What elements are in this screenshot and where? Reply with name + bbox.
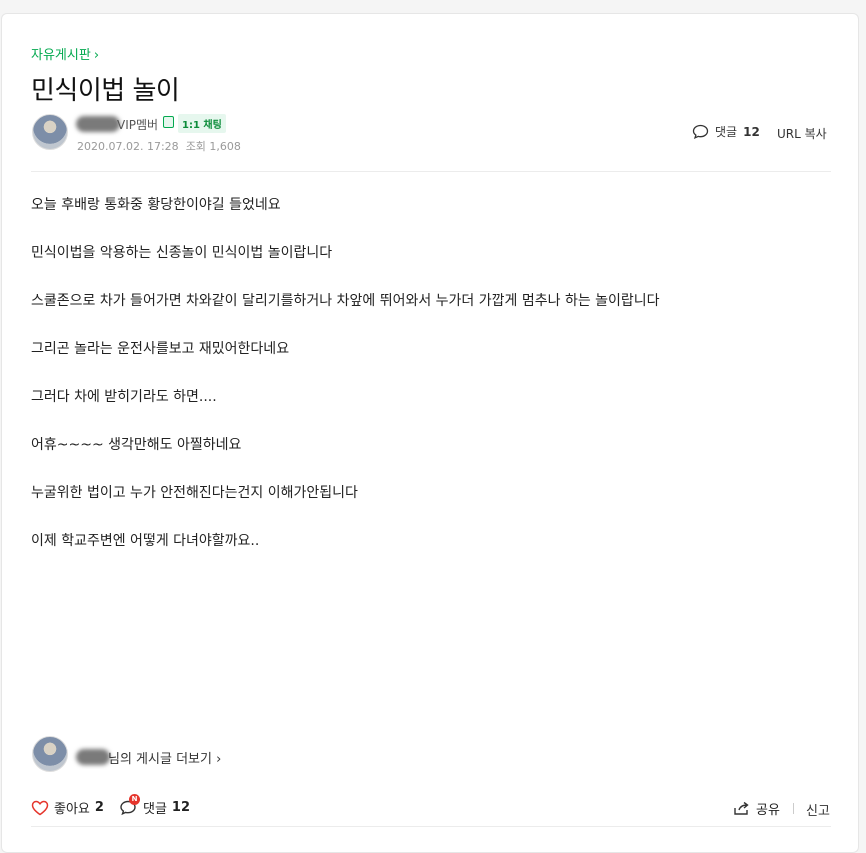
body-paragraph: 이제 학교주변엔 어떻게 다녀야할까요.. <box>31 533 260 549</box>
header-divider <box>31 171 831 172</box>
url-copy-button[interactable]: URL 복사 <box>777 125 827 142</box>
author-role: VIP멤버 <box>117 118 159 132</box>
footer-separator <box>793 803 794 814</box>
body-paragraph: 민식이법을 악용하는 신종놀이 민식이법 놀이랍니다 <box>31 245 333 261</box>
author-name-redacted[interactable] <box>76 116 120 132</box>
like-count: 2 <box>94 800 104 815</box>
chat-button[interactable]: 1:1 채팅 <box>178 114 226 133</box>
new-badge: N <box>129 794 140 805</box>
body-paragraph: 스쿨존으로 차가 들어가면 차와같이 달리기를하거나 차앞에 뛰어와서 누가더 … <box>31 293 660 309</box>
comment-label: 댓글 <box>143 802 167 817</box>
chevron-right-icon: › <box>93 48 100 63</box>
author-avatar[interactable] <box>32 114 68 150</box>
board-breadcrumb[interactable]: 자유게시판 › <box>31 44 99 63</box>
comment-count: 12 <box>743 124 760 139</box>
share-button[interactable]: 공유 <box>733 799 780 818</box>
post-date: 2020.07.02. 17:28 <box>77 140 179 153</box>
comment-link-top[interactable]: 댓글 12 <box>692 123 760 140</box>
body-paragraph: 그리곤 놀라는 운전사를보고 재밌어한다네요 <box>31 341 290 357</box>
heart-outline-icon <box>31 800 49 816</box>
member-grade-icon <box>163 116 174 128</box>
post-title: 민식이법 놀이 <box>31 76 180 106</box>
post-meta: 2020.07.02. 17:28 조회 1,608 <box>77 138 241 154</box>
author-avatar-bottom[interactable] <box>32 736 68 772</box>
more-posts-link[interactable]: 님의 게시글 더보기 › <box>108 748 221 767</box>
view-count: 조회 1,608 <box>185 140 241 153</box>
share-label: 공유 <box>756 803 780 818</box>
comment-label: 댓글 <box>715 125 738 139</box>
report-button[interactable]: 신고 <box>806 800 830 819</box>
body-paragraph: 어휴~~~~ 생각만해도 아찔하네요 <box>31 437 242 453</box>
body-paragraph: 누굴위한 법이고 누가 안전해진다는건지 이해가안됩니다 <box>31 485 358 501</box>
share-arrow-icon <box>733 801 750 816</box>
post-body: 오늘 후배랑 통화중 황당한이야길 들었네요 민식이법을 악용하는 신종놀이 민… <box>31 196 811 580</box>
body-paragraph: 그러다 차에 받히기라도 하면.... <box>31 389 217 405</box>
like-button[interactable]: 좋아요 2 <box>31 798 104 817</box>
board-name[interactable]: 자유게시판 <box>31 48 91 63</box>
comment-count: 12 <box>171 800 191 815</box>
body-paragraph: 오늘 후배랑 통화중 황당한이야길 들었네요 <box>31 197 281 213</box>
like-label: 좋아요 <box>54 802 90 817</box>
speech-bubble-icon <box>692 124 709 140</box>
author-name-redacted-bottom[interactable] <box>76 749 110 765</box>
footer-divider <box>31 826 831 827</box>
